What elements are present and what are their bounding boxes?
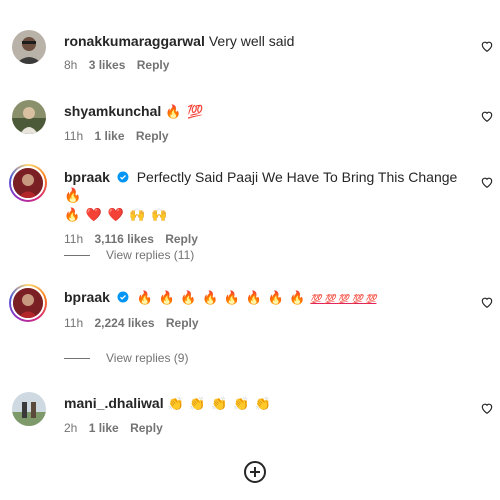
- plus-circle-icon[interactable]: [243, 460, 267, 484]
- comment-time: 11h: [64, 129, 84, 143]
- comment-username[interactable]: mani_.dhaliwal: [64, 395, 164, 411]
- comment-text: Very well said: [208, 33, 295, 49]
- heart-outline-icon[interactable]: [480, 175, 494, 189]
- comment-time: 2h: [64, 421, 78, 435]
- comment-likes[interactable]: 3,116 likes: [94, 232, 153, 246]
- comment-likes[interactable]: 1 like: [94, 129, 124, 143]
- comment-time: 8h: [64, 58, 78, 72]
- comment-username[interactable]: shyamkunchal: [64, 103, 161, 119]
- heart-outline-icon[interactable]: [480, 109, 494, 123]
- avatar[interactable]: [9, 284, 47, 322]
- view-replies-button[interactable]: View replies (9): [64, 351, 188, 365]
- reply-button[interactable]: Reply: [136, 129, 169, 143]
- avatar[interactable]: [12, 100, 46, 134]
- verified-badge-icon: [117, 171, 129, 183]
- reply-button[interactable]: Reply: [130, 421, 163, 435]
- avatar[interactable]: [9, 164, 47, 202]
- hundred-emojis: 💯 💯 💯 💯 💯: [310, 294, 377, 304]
- divider: [64, 254, 90, 256]
- view-replies-button[interactable]: View replies (11): [64, 248, 194, 262]
- view-replies-label[interactable]: View replies (9): [106, 351, 188, 365]
- reply-button[interactable]: Reply: [166, 316, 199, 330]
- divider: [64, 357, 90, 359]
- view-replies-label[interactable]: View replies (11): [106, 248, 194, 262]
- comment-username[interactable]: bpraak: [64, 289, 110, 305]
- comment-likes[interactable]: 1 like: [89, 421, 119, 435]
- avatar[interactable]: [12, 30, 46, 64]
- reply-button[interactable]: Reply: [165, 232, 198, 246]
- comment-time: 11h: [64, 316, 84, 330]
- comment-time: 11h: [64, 232, 84, 246]
- comment-username[interactable]: ronakkumaraggarwal: [64, 33, 205, 49]
- comment-text: 🔥 💯: [165, 104, 205, 119]
- comment-username[interactable]: bpraak: [64, 169, 110, 185]
- avatar[interactable]: [12, 392, 46, 426]
- comment-text: 👏 👏 👏 👏 👏: [167, 396, 272, 411]
- heart-outline-icon[interactable]: [480, 39, 494, 53]
- reply-button[interactable]: Reply: [137, 58, 170, 72]
- heart-outline-icon[interactable]: [480, 401, 494, 415]
- comment-likes[interactable]: 2,224 likes: [94, 316, 154, 330]
- comment-text: 🔥 🔥 🔥 🔥 🔥 🔥 🔥 🔥: [136, 290, 307, 305]
- comment-likes[interactable]: 3 likes: [89, 58, 126, 72]
- comment-text-continued: 🔥 ❤️ ❤️ 🙌 🙌: [64, 207, 169, 222]
- heart-outline-icon[interactable]: [480, 295, 494, 309]
- verified-badge-icon: [117, 291, 129, 303]
